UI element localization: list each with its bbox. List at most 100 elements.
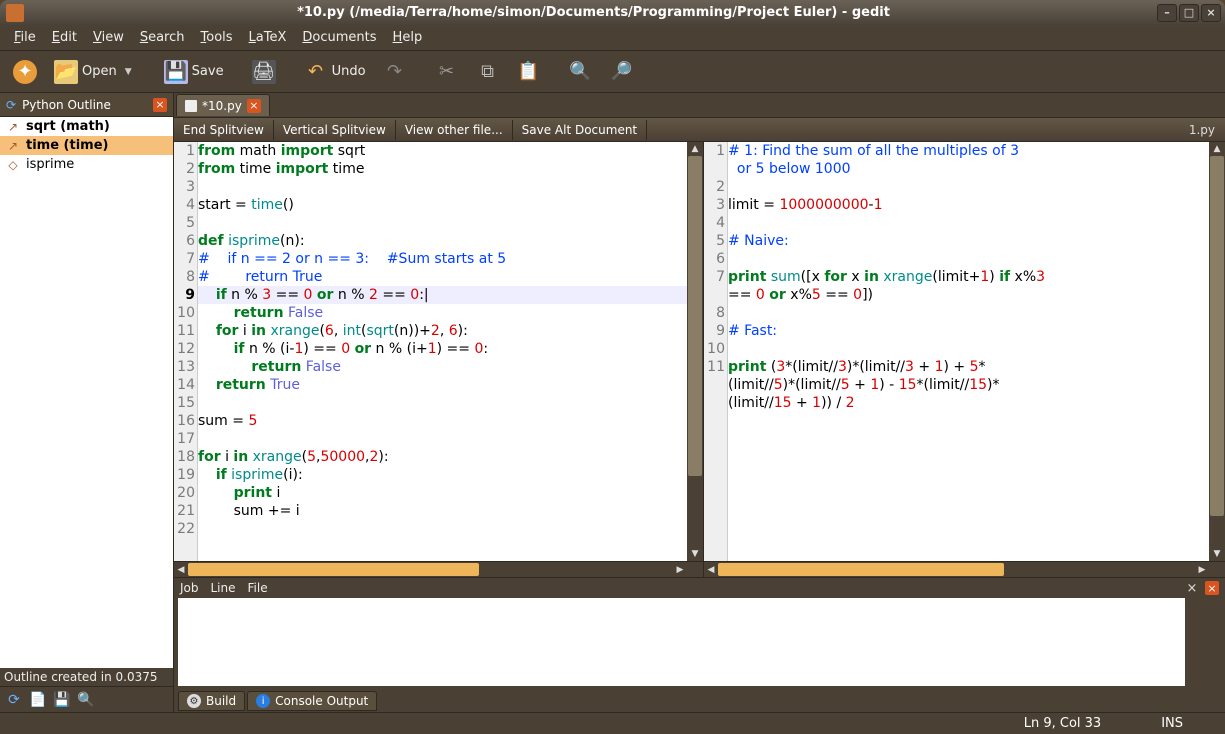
bottom-panel: Job Line File × × ⚙ Build i Console Outp… [174, 577, 1225, 712]
new-button[interactable]: ✦ [6, 55, 44, 89]
menu-view[interactable]: View [85, 27, 132, 48]
undo-label: Undo [332, 64, 366, 79]
toolbar: ✦ 📂Open▼ 💾Save 🖨 ↶Undo ↷ ✂ ⧉ 📋 🔍 🔎 [0, 51, 1225, 93]
refresh-icon[interactable]: ⟳ [6, 98, 16, 112]
outline-item-label: isprime [26, 157, 74, 172]
bottom-tab-build-label: Build [206, 694, 236, 708]
outline-item-label: sqrt (math) [26, 119, 110, 134]
hscroll-thumb[interactable] [188, 563, 479, 576]
symbol-icon: ◇ [6, 158, 20, 172]
maximize-button[interactable]: □ [1179, 4, 1199, 22]
close-button[interactable]: × [1201, 4, 1221, 22]
gutter-left: 12345678910111213141516171819202122 [174, 142, 198, 561]
vscroll-right[interactable]: ▲ ▼ [1209, 142, 1225, 561]
scroll-down-icon[interactable]: ▼ [1209, 547, 1225, 561]
gutter-right: 1 234567 891011 [704, 142, 728, 561]
redo-button[interactable]: ↷ [376, 55, 414, 89]
bottom-panel-header: Job Line File × × [174, 578, 1225, 598]
outline-item[interactable]: ↗sqrt (math) [0, 117, 173, 136]
scroll-down-icon[interactable]: ▼ [687, 547, 703, 561]
document-tabs: *10.py × [174, 93, 1225, 117]
side-panel-title: Python Outline [22, 98, 111, 112]
menu-file[interactable]: File [6, 27, 44, 48]
hscroll-thumb[interactable] [718, 563, 1004, 576]
outline-status: Outline created in 0.0375 [0, 668, 173, 686]
split-editors: 12345678910111213141516171819202122 from… [174, 142, 1225, 577]
editor-right: 1 234567 891011 # 1: Find the sum of all… [704, 142, 1225, 577]
bottom-tab-console[interactable]: i Console Output [247, 691, 377, 711]
open-label: Open [82, 64, 117, 79]
menu-tools[interactable]: Tools [193, 27, 241, 48]
scroll-up-icon[interactable]: ▲ [687, 142, 703, 156]
paste-button[interactable]: 📋 [510, 55, 548, 89]
menu-search[interactable]: Search [132, 27, 193, 48]
scroll-thumb[interactable] [688, 156, 702, 476]
save-label: Save [192, 64, 224, 79]
panel-close-icon[interactable]: × [1205, 581, 1219, 595]
code-left[interactable]: from math import sqrtfrom time import ti… [198, 142, 687, 561]
menu-help[interactable]: Help [385, 27, 431, 48]
save-button[interactable]: 💾Save [157, 55, 231, 89]
menu-documents[interactable]: Documents [294, 27, 384, 48]
main-content: ⟳ Python Outline × ↗sqrt (math)↗time (ti… [0, 93, 1225, 712]
col-job[interactable]: Job [180, 581, 199, 595]
tab-close-icon[interactable]: × [247, 99, 261, 113]
status-mode[interactable]: INS [1131, 716, 1213, 731]
scroll-up-icon[interactable]: ▲ [1209, 142, 1225, 156]
scroll-thumb[interactable] [1210, 156, 1224, 516]
bottom-panel-body[interactable] [178, 598, 1185, 686]
code-area-right[interactable]: 1 234567 891011 # 1: Find the sum of all… [704, 142, 1225, 561]
view-other-file-button[interactable]: View other file... [396, 120, 513, 140]
hscroll-left[interactable]: ◀ ▶ [174, 561, 703, 577]
print-icon: 🖨 [252, 60, 276, 84]
editor-left: 12345678910111213141516171819202122 from… [174, 142, 704, 577]
save-alt-document-button[interactable]: Save Alt Document [513, 120, 648, 140]
scroll-left-icon[interactable]: ◀ [174, 562, 188, 577]
refresh-outline-icon[interactable]: ⟳ [4, 690, 24, 710]
copy-button[interactable]: ⧉ [469, 55, 507, 89]
right-file-label: 1.py [1179, 123, 1225, 137]
editor-area: *10.py × End Splitview Vertical Splitvie… [174, 93, 1225, 712]
find-replace-icon: 🔎 [610, 60, 634, 84]
menu-edit[interactable]: Edit [44, 27, 85, 48]
col-file[interactable]: File [248, 581, 268, 595]
print-button[interactable]: 🖨 [245, 55, 283, 89]
side-panel-tab[interactable]: ⟳ Python Outline × [0, 93, 173, 117]
new-doc-icon[interactable]: 📄 [28, 690, 48, 710]
code-area-left[interactable]: 12345678910111213141516171819202122 from… [174, 142, 703, 561]
window-titlebar: *10.py (/media/Terra/home/simon/Document… [0, 0, 1225, 25]
window-controls: – □ × [1157, 4, 1225, 22]
panel-hide-icon[interactable]: × [1185, 581, 1199, 595]
end-splitview-button[interactable]: End Splitview [174, 120, 274, 140]
minimize-button[interactable]: – [1157, 4, 1177, 22]
redo-icon: ↷ [383, 60, 407, 84]
status-bar: Ln 9, Col 33 INS [0, 712, 1225, 734]
hscroll-right[interactable]: ◀ ▶ [704, 561, 1225, 577]
find-button[interactable]: 🔍 [562, 55, 600, 89]
cut-button[interactable]: ✂ [428, 55, 466, 89]
outline-list[interactable]: ↗sqrt (math)↗time (time) ◇ isprime [0, 117, 173, 668]
code-right[interactable]: # 1: Find the sum of all the multiples o… [728, 142, 1209, 561]
vscroll-left[interactable]: ▲ ▼ [687, 142, 703, 561]
outline-item[interactable]: ↗time (time) [0, 136, 173, 155]
undo-button[interactable]: ↶Undo [297, 55, 373, 89]
document-tab[interactable]: *10.py × [176, 94, 270, 116]
bottom-tab-build[interactable]: ⚙ Build [178, 691, 245, 711]
cut-icon: ✂ [435, 60, 459, 84]
vertical-splitview-button[interactable]: Vertical Splitview [274, 120, 396, 140]
find-replace-button[interactable]: 🔎 [603, 55, 641, 89]
document-tab-label: *10.py [202, 99, 242, 113]
scroll-left-icon[interactable]: ◀ [704, 562, 718, 577]
open-button[interactable]: 📂Open▼ [47, 55, 143, 89]
outline-item[interactable]: ◇ isprime [0, 155, 173, 174]
side-panel-toolbar: ⟳ 📄 💾 🔍 [0, 686, 173, 712]
menu-latex[interactable]: LaTeX [241, 27, 295, 48]
window-title: *10.py (/media/Terra/home/simon/Document… [30, 5, 1157, 20]
scroll-right-icon[interactable]: ▶ [673, 562, 687, 577]
side-panel-close-icon[interactable]: × [153, 98, 167, 112]
scroll-right-icon[interactable]: ▶ [1195, 562, 1209, 577]
col-line[interactable]: Line [211, 581, 236, 595]
find-outline-icon[interactable]: 🔍 [76, 690, 96, 710]
save-outline-icon[interactable]: 💾 [52, 690, 72, 710]
open-dropdown-icon[interactable]: ▼ [121, 67, 136, 77]
